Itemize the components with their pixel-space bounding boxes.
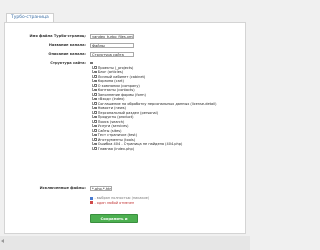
tree-item-label: «Вход» (index) [97, 97, 125, 101]
tree-item-label: Услуги (services) [97, 124, 129, 128]
checkbox[interactable] [94, 88, 97, 92]
tree-item-label: Персональный раздел (personal) [97, 110, 159, 115]
excluded-files-label: Исключенные файлы: [39, 186, 86, 190]
site-structure-label: Структура сайта: [50, 61, 86, 65]
channel-name-input[interactable]: Файлы [90, 43, 134, 48]
tree-item-label: Поиск (search) [97, 119, 125, 124]
tree-item[interactable]: Главная (index.php) [90, 146, 220, 152]
checkbox[interactable] [94, 133, 97, 137]
checkbox[interactable] [94, 129, 97, 132]
checkbox[interactable] [94, 111, 97, 114]
tree-item-label: Заполнение формы (form) [97, 92, 146, 97]
turbo-filename-label: Имя файла Турбо-страниц: [29, 34, 86, 38]
tree-item-label: Ошибка 404 - Страница не найдена (404.ph… [97, 142, 183, 146]
selection-legend: - выбран полностью (никакие) - один любо… [90, 196, 149, 205]
channel-name-label: Название канала: [48, 43, 86, 47]
tree-item-label: Главная (index.php) [97, 146, 135, 151]
scroll-left-icon[interactable] [1, 239, 4, 243]
checkbox[interactable] [94, 138, 97, 141]
tree-item-label: Соглашение на обработку персональных дан… [97, 101, 217, 106]
checkbox[interactable] [94, 142, 97, 146]
blue-swatch-icon [90, 196, 93, 200]
checkbox[interactable] [94, 147, 97, 150]
tree-item-label: Сайты (sites) [97, 128, 122, 133]
checkbox[interactable] [90, 61, 93, 65]
channel-description-label: Описание канала: [48, 52, 86, 56]
checkbox[interactable] [94, 66, 97, 69]
save-and-export-button[interactable]: Сохранить и выгрузить [90, 214, 138, 229]
tree-item-label: Контакты (contacts) [97, 88, 135, 92]
tree-item-label: Корзина (cart) [97, 79, 124, 83]
tree-item-label: Инструменты (tools) [97, 137, 136, 142]
checkbox[interactable] [94, 75, 97, 78]
checkbox[interactable] [94, 115, 97, 119]
tree-item-label: Новости (news) [97, 106, 126, 110]
tree-item-label: Личный кабинет (cabinet) [97, 74, 146, 79]
footer-bar [0, 236, 250, 250]
checkbox[interactable] [94, 106, 97, 110]
tree-item-label: Блог (articles) [97, 70, 124, 74]
legend-partial: - один любой отмечен [90, 201, 149, 206]
checkbox[interactable] [94, 120, 97, 123]
checkbox[interactable] [94, 84, 97, 87]
checkbox[interactable] [94, 70, 97, 74]
tab-turbo-page[interactable]: Турбо-страница [6, 13, 54, 22]
tree-item-label: О компании (company) [97, 83, 140, 88]
tree-item-label: Проекты (_projects) [97, 65, 134, 70]
tree-item-label: Тест страничке (test) [97, 133, 137, 137]
checkbox[interactable] [94, 102, 97, 105]
channel-description-input[interactable]: Структура сайта [90, 52, 134, 57]
checkbox[interactable] [94, 97, 97, 101]
excluded-files-input[interactable]: *.php,*.html [90, 186, 112, 191]
checkbox[interactable] [94, 93, 97, 96]
site-structure-tree: Проекты (_projects) Блог (articles) Личный… [90, 61, 220, 151]
checkbox[interactable] [94, 124, 97, 128]
tree-item-label: Продукты (product) [97, 115, 134, 119]
turbo-filename-input[interactable]: yandex_turbo_files.xml [90, 34, 134, 39]
checkbox[interactable] [94, 79, 97, 83]
red-swatch-icon [90, 201, 93, 204]
